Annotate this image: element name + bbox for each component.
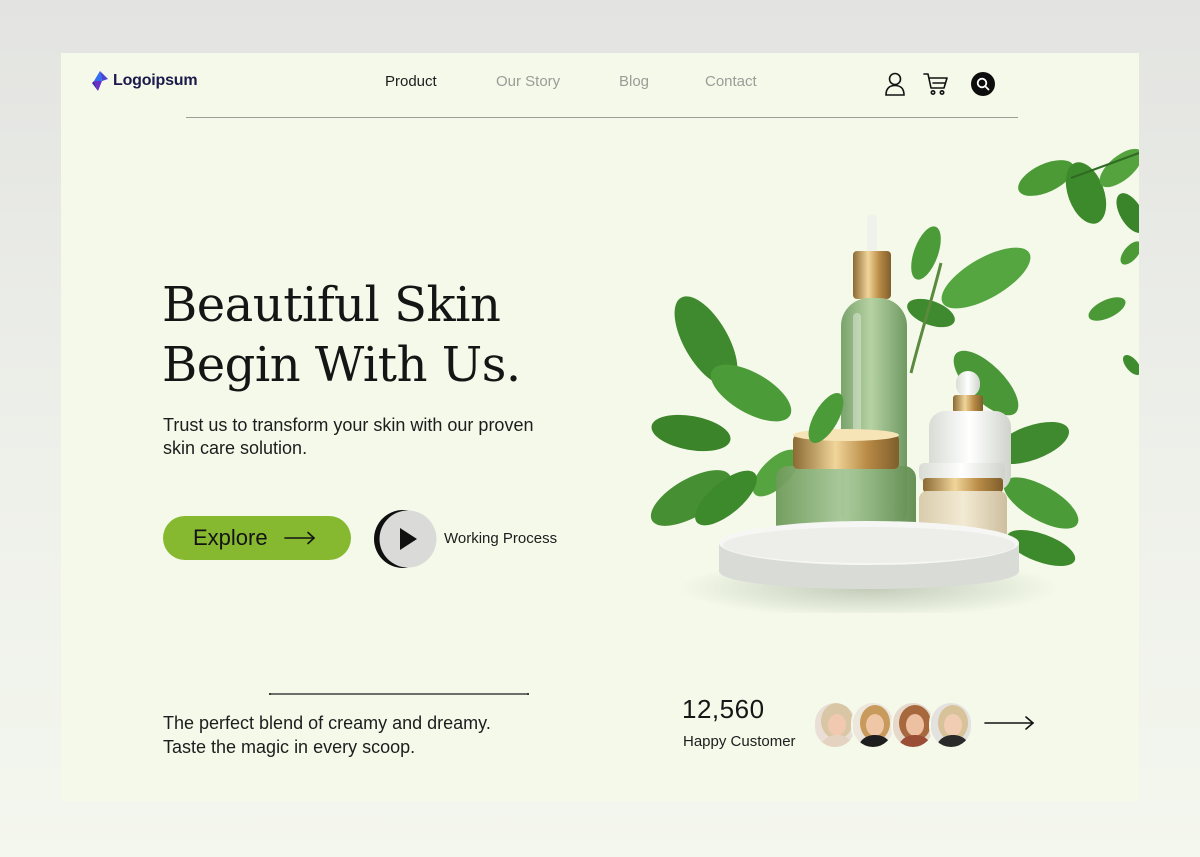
customer-avatars [813, 701, 973, 749]
user-icon[interactable] [882, 71, 908, 97]
nav-link-our-story[interactable]: Our Story [496, 73, 560, 90]
explore-button-label: Explore [193, 525, 268, 550]
nav-link-product[interactable]: Product [385, 73, 437, 90]
customer-count: 12,560 [682, 694, 765, 724]
explore-button[interactable]: Explore [163, 516, 351, 560]
play-icon [374, 510, 437, 568]
avatar [929, 701, 973, 749]
customer-label: Happy Customer [683, 733, 796, 750]
decorative-line [269, 693, 529, 695]
search-icon[interactable] [970, 71, 996, 97]
avatar [851, 701, 895, 749]
corner-leaves [1018, 148, 1139, 375]
nav-link-contact[interactable]: Contact [705, 73, 757, 90]
cart-icon[interactable] [923, 71, 949, 97]
hero-title-line1: Beautiful Skin [162, 277, 501, 333]
nav-link-blog[interactable]: Blog [619, 73, 649, 90]
tagline-line1: The perfect blend of creamy and dreamy. [163, 713, 491, 733]
hero-title: Beautiful Skin Begin With Us. [162, 275, 582, 395]
tagline: The perfect blend of creamy and dreamy. … [163, 711, 583, 759]
arrow-right-icon[interactable] [983, 713, 1037, 733]
working-process-label: Working Process [444, 530, 558, 547]
marble-pedestal [719, 521, 1019, 589]
tagline-line2: Taste the magic in every scoop. [163, 737, 416, 757]
hero-subtitle: Trust us to transform your skin with our… [163, 415, 534, 458]
arrow-right-icon [283, 531, 315, 545]
play-video-button[interactable] [373, 509, 439, 569]
landing-page: Logoipsum Product Our Story Blog Contact [61, 53, 1139, 801]
hero-title-line2: Begin With Us. [162, 337, 521, 393]
product-illustration [650, 148, 1139, 613]
header-divider [186, 117, 1018, 118]
